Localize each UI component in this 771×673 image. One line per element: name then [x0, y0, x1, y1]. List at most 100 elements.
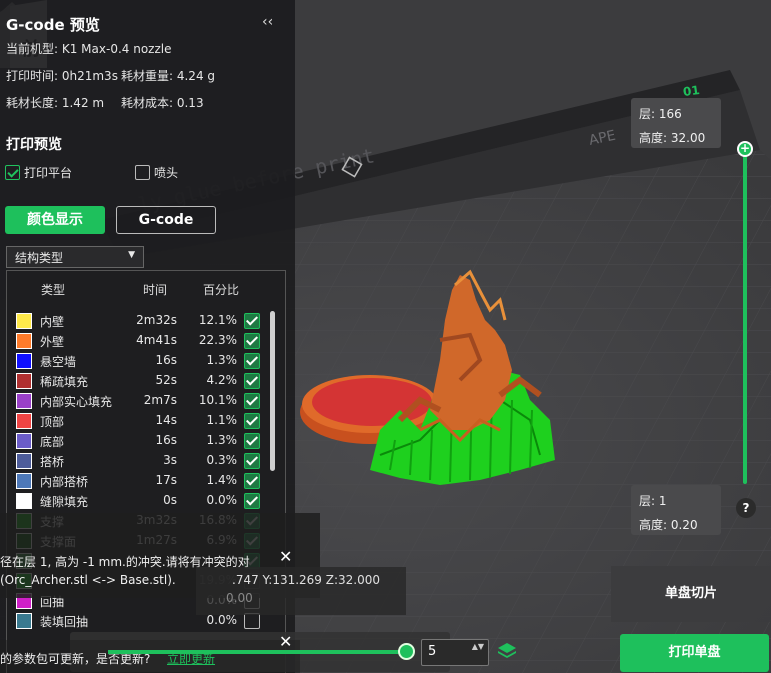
- legend-row: 内壁 2m32s 12.1%: [7, 311, 287, 331]
- layer-top-height: 高度: 32.00: [639, 131, 706, 145]
- legend-time: 4m41s: [136, 333, 177, 347]
- show-nozzle-label: 喷头: [154, 166, 179, 180]
- legend-percent: 10.1%: [198, 393, 237, 407]
- layers-icon[interactable]: [496, 640, 518, 662]
- legend-scrollbar[interactable]: [270, 311, 275, 471]
- legend-row: 搭桥 3s 0.3%: [7, 451, 287, 471]
- legend-col-percent: 百分比: [203, 283, 240, 297]
- show-nozzle-checkbox[interactable]: [135, 165, 150, 180]
- gcode-button[interactable]: G-code: [116, 206, 216, 234]
- filament-cost: 耗材成本: 0.13: [121, 96, 204, 110]
- coords-sub: 0.00: [226, 591, 253, 605]
- close-icon[interactable]: ✕: [279, 632, 292, 651]
- legend-name: 顶部: [40, 415, 65, 429]
- legend-time: 3s: [163, 453, 177, 467]
- update-notification: 的参数包可更新，是否更新? 立即更新: [0, 640, 300, 673]
- layer-top-label: 层: 166: [639, 107, 682, 121]
- legend-visibility-checkbox[interactable]: [244, 373, 260, 389]
- legend-row: 顶部 14s 1.1%: [7, 411, 287, 431]
- show-bed-checkbox[interactable]: [5, 165, 20, 180]
- show-bed-option[interactable]: 打印平台: [5, 164, 72, 181]
- legend-name: 悬空墙: [40, 355, 77, 369]
- legend-percent: 0.0%: [206, 493, 238, 507]
- legend-time: 52s: [155, 373, 177, 387]
- legend-swatch: [16, 353, 32, 369]
- help-button[interactable]: ?: [736, 498, 756, 518]
- legend-percent: 1.3%: [206, 433, 238, 447]
- filament-length: 耗材长度: 1.42 m: [6, 96, 105, 110]
- legend-visibility-checkbox[interactable]: [244, 613, 260, 629]
- legend-row: 外壁 4m41s 22.3%: [7, 331, 287, 351]
- slice-plate-button[interactable]: 单盘切片: [611, 566, 771, 622]
- layer-number-input[interactable]: 5 ▲▼: [421, 639, 489, 666]
- layer-number-value: 5: [428, 644, 437, 659]
- legend-percent: 0.0%: [206, 613, 238, 627]
- color-display-button[interactable]: 颜色显示: [5, 206, 105, 234]
- legend-percent: 4.2%: [206, 373, 238, 387]
- cursor-coordinates: .747 Y:131.269 Z:32.000 0.00: [196, 567, 406, 615]
- legend-visibility-checkbox[interactable]: [244, 493, 260, 509]
- legend-time: 2m7s: [143, 393, 177, 407]
- legend-visibility-checkbox[interactable]: [244, 353, 260, 369]
- legend-row: 稀疏填充 52s 4.2%: [7, 371, 287, 391]
- legend-time: 2m32s: [136, 313, 177, 327]
- legend-visibility-checkbox[interactable]: [244, 333, 260, 349]
- layer-top-info: 层: 166 高度: 32.00: [631, 98, 721, 148]
- gcode-move-slider-handle[interactable]: [398, 643, 415, 660]
- legend-visibility-checkbox[interactable]: [244, 453, 260, 469]
- legend-name: 底部: [40, 435, 65, 449]
- show-nozzle-option[interactable]: 喷头: [135, 164, 178, 181]
- conflict-message-line2: (Orc_Archer.stl <-> Base.stl).: [0, 573, 176, 587]
- layer-bottom-label: 层: 1: [639, 494, 667, 508]
- legend-row: 底部 16s 1.3%: [7, 431, 287, 451]
- legend-name: 稀疏填充: [40, 375, 89, 389]
- close-icon[interactable]: ✕: [279, 547, 292, 566]
- view-type-value: 结构类型: [15, 251, 64, 265]
- legend-time: 16s: [155, 433, 177, 447]
- legend-percent: 0.3%: [206, 453, 238, 467]
- layer-bottom-height: 高度: 0.20: [639, 518, 698, 532]
- layer-bottom-info: 层: 1 高度: 0.20: [631, 485, 721, 535]
- filament-weight: 耗材重量: 4.24 g: [121, 69, 216, 83]
- legend-visibility-checkbox[interactable]: [244, 393, 260, 409]
- legend-swatch: [16, 493, 32, 509]
- legend-col-time: 时间: [143, 283, 168, 297]
- legend-row: 悬空墙 16s 1.3%: [7, 351, 287, 371]
- legend-visibility-checkbox[interactable]: [244, 433, 260, 449]
- legend-name: 缝隙填充: [40, 495, 89, 509]
- spin-arrows-icon[interactable]: ▲▼: [472, 642, 484, 652]
- panel-title: G-code 预览: [6, 16, 100, 34]
- view-type-dropdown[interactable]: 结构类型 ▼: [6, 246, 144, 268]
- legend-swatch: [16, 453, 32, 469]
- legend-time: 0s: [163, 493, 177, 507]
- layer-slider-track[interactable]: [743, 150, 747, 484]
- legend-swatch: [16, 373, 32, 389]
- gcode-move-slider-track[interactable]: [108, 650, 408, 654]
- chevron-down-icon: ▼: [128, 250, 135, 260]
- legend-swatch: [16, 473, 32, 489]
- legend-visibility-checkbox[interactable]: [244, 473, 260, 489]
- print-plate-button[interactable]: 打印单盘: [620, 634, 769, 672]
- legend-name: 装填回抽: [40, 615, 89, 629]
- print-preview-heading: 打印预览: [6, 137, 62, 153]
- legend-percent: 1.3%: [206, 353, 238, 367]
- legend-row: 内部搭桥 17s 1.4%: [7, 471, 287, 491]
- legend-name: 内部搭桥: [40, 475, 89, 489]
- collapse-panel-button[interactable]: ‹‹: [262, 14, 273, 30]
- legend-time: 14s: [155, 413, 177, 427]
- layer-slider-top-handle[interactable]: +: [737, 141, 753, 157]
- legend-percent: 1.1%: [206, 413, 238, 427]
- print-time: 打印时间: 0h21m3s: [6, 69, 118, 83]
- legend-name: 内壁: [40, 315, 65, 329]
- legend-visibility-checkbox[interactable]: [244, 313, 260, 329]
- legend-swatch: [16, 613, 32, 629]
- legend-col-type: 类型: [41, 283, 66, 297]
- legend-row: 缝隙填充 0s 0.0%: [7, 491, 287, 511]
- legend-time: 16s: [155, 353, 177, 367]
- legend-swatch: [16, 393, 32, 409]
- legend-swatch: [16, 333, 32, 349]
- legend-name: 外壁: [40, 335, 65, 349]
- legend-swatch: [16, 433, 32, 449]
- plate-number: 01: [682, 82, 701, 100]
- legend-visibility-checkbox[interactable]: [244, 413, 260, 429]
